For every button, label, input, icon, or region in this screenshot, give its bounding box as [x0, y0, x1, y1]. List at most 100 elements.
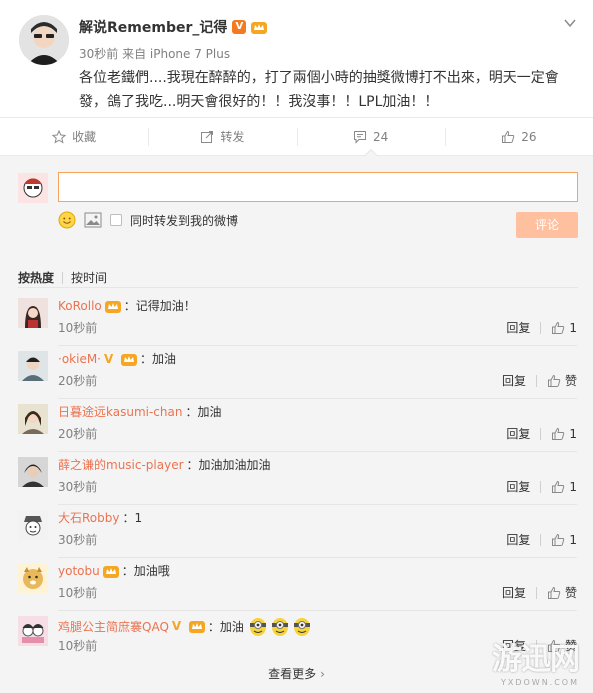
commenter-avatar[interactable]	[18, 404, 48, 434]
watermark-domain: YXDOWN.COM	[500, 678, 579, 687]
comment-like-count: 1	[569, 426, 577, 441]
comment-ops: 回复 赞	[502, 372, 577, 389]
submit-comment-button[interactable]: 评论	[516, 212, 578, 238]
comment-ops: 回复 1	[506, 531, 577, 548]
comment-text: ：加油	[185, 405, 222, 419]
commenter-name[interactable]: 薛之谦的music-player	[58, 456, 184, 473]
commenter-avatar[interactable]	[18, 616, 48, 646]
comment-like-button[interactable]: 1	[551, 533, 577, 547]
author-nickname[interactable]: 解说Remember_记得	[79, 17, 227, 37]
ops-divider	[540, 321, 542, 334]
comment-time: 10秒前	[58, 639, 98, 653]
comment-like-button[interactable]: 1	[551, 321, 577, 335]
comment-text: ：1	[122, 511, 143, 525]
commenter-name[interactable]: yotobu	[58, 564, 100, 578]
comment-text: ：记得加油！	[123, 299, 196, 313]
like-button[interactable]: 26	[444, 118, 593, 155]
ops-divider	[535, 374, 537, 387]
thumb-up-icon	[502, 130, 515, 143]
reply-button[interactable]: 回复	[502, 584, 526, 601]
comment-time: 10秒前	[58, 586, 98, 600]
sort-underline	[18, 287, 578, 288]
thumb-up-icon	[552, 533, 565, 546]
chevron-down-icon[interactable]	[563, 16, 577, 30]
comment-input[interactable]	[58, 172, 578, 202]
comment-text: ：加油	[140, 352, 177, 366]
comment-like-count: 1	[569, 532, 577, 547]
chevron-right-icon: ›	[320, 667, 325, 681]
post-actions: 收藏 转发 24 26	[0, 118, 593, 156]
comment-count: 24	[372, 129, 389, 144]
watermark: 游迅网 YXDOWN.COM	[492, 634, 580, 687]
comment-icon	[353, 130, 366, 144]
comment-line: 薛之谦的music-player ：加油加油加油	[58, 456, 271, 473]
see-more-label: 查看更多	[268, 667, 317, 681]
image-icon[interactable]	[84, 212, 102, 228]
commenter-name[interactable]: 鸡腿公主简庶褰QAQ	[58, 618, 169, 635]
watermark-brand: 游迅网	[492, 642, 580, 677]
minion-emoji-icon	[249, 618, 310, 636]
comment-line: 鸡腿公主简庶褰QAQ V ：加油	[58, 615, 315, 637]
commenter-name[interactable]: 日暮途远kasumi-chan	[58, 403, 182, 420]
verified-v-icon: V	[104, 351, 114, 366]
crown-badge-icon	[104, 300, 121, 313]
post-text: 各位老鐵們....我現在醉醉的，打了兩個小時的抽獎微博打不出來，明天一定會發，鴿…	[79, 70, 559, 110]
comment-time: 20秒前	[58, 427, 98, 441]
commenter-avatar[interactable]	[18, 457, 48, 487]
comment-line: KoRollo ：记得加油！	[58, 297, 196, 314]
favorite-button[interactable]: 收藏	[0, 118, 148, 155]
author-row: 解说Remember_记得 V	[79, 17, 268, 37]
commenter-avatar[interactable]	[18, 351, 48, 381]
comment-panel: 同时转发到我的微博 评论 按热度 按时间 KoRollo ：记得加油！ 10秒前…	[0, 156, 593, 693]
commenter-avatar[interactable]	[18, 298, 48, 328]
sync-repost-checkbox[interactable]	[110, 214, 122, 226]
emoji-icon[interactable]	[58, 211, 76, 229]
comment-text: ：加油	[207, 619, 244, 634]
comment-like-button[interactable]: 赞	[547, 584, 577, 601]
thumb-up-icon	[552, 321, 565, 334]
reply-button[interactable]: 回复	[506, 531, 530, 548]
crown-badge-icon	[102, 565, 119, 578]
thumb-up-icon	[547, 586, 561, 599]
comment-like-button[interactable]: 1	[551, 480, 577, 494]
comment-like-count: 赞	[564, 374, 577, 388]
sort-by-time[interactable]: 按时间	[71, 269, 107, 286]
comment-line: yotobu ：加油哦	[58, 562, 170, 579]
comment-line: ·okieM· V ：加油	[58, 350, 176, 367]
comment-like-button[interactable]: 1	[551, 427, 577, 441]
reply-button[interactable]: 回复	[506, 478, 530, 495]
my-avatar	[18, 173, 48, 203]
crown-badge-icon	[251, 22, 268, 34]
sort-divider	[62, 271, 64, 284]
comment-time: 10秒前	[58, 321, 98, 335]
commenter-name[interactable]: KoRollo	[58, 299, 102, 313]
reply-button[interactable]: 回复	[502, 372, 526, 389]
comment-item: 日暮途远kasumi-chan ：加油 20秒前 回复 1	[0, 399, 593, 452]
reply-button[interactable]: 回复	[506, 425, 530, 442]
comment-ops: 回复 1	[506, 319, 577, 336]
comment-sort: 按热度 按时间	[18, 269, 107, 286]
comment-button[interactable]: 24	[296, 118, 445, 156]
comment-like-button[interactable]: 赞	[547, 372, 577, 389]
commenter-name[interactable]: 大石Robby	[58, 509, 119, 526]
commenter-avatar[interactable]	[18, 510, 48, 540]
comment-ops: 回复 赞	[502, 584, 577, 601]
repost-label: 转发	[220, 130, 245, 144]
commenter-avatar[interactable]	[18, 563, 48, 593]
sort-by-hot[interactable]: 按热度	[18, 269, 54, 286]
comment-like-count: 赞	[564, 586, 577, 600]
comment-time: 30秒前	[58, 533, 98, 547]
weibo-post: 解说Remember_记得 V 30秒前 来自 iPhone 7 Plus 各位…	[0, 0, 593, 118]
ops-divider	[540, 480, 542, 493]
comment-item: yotobu ：加油哦 10秒前 回复 赞	[0, 558, 593, 611]
sync-repost-label: 同时转发到我的微博	[130, 213, 239, 228]
commenter-name[interactable]: ·okieM·	[58, 352, 101, 366]
comment-line: 大石Robby ：1	[58, 509, 142, 526]
repost-button[interactable]: 转发	[148, 118, 296, 155]
comment-text: ：加油哦	[121, 564, 170, 578]
author-avatar[interactable]	[19, 15, 69, 65]
reply-button[interactable]: 回复	[506, 319, 530, 336]
star-icon	[52, 129, 67, 144]
share-icon	[201, 130, 214, 143]
thumb-up-icon	[547, 374, 561, 387]
